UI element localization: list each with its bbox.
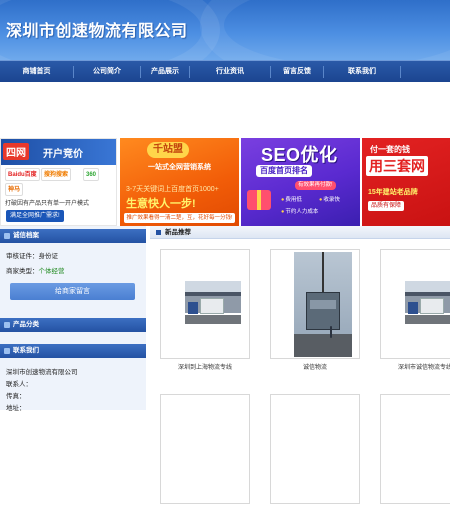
- nav-item-contact[interactable]: 联系我们: [324, 61, 400, 82]
- sidebar-section-contact: 联系我们: [0, 344, 146, 358]
- section-title: 产品分类: [13, 321, 39, 328]
- crane-photo: [294, 252, 352, 357]
- main-nav: 商铺首页 公司简介 产品展示 行业资讯 留言反馈 联系我们: [0, 60, 450, 82]
- nav-item-products[interactable]: 产品展示: [141, 61, 189, 82]
- truck-photo: [185, 281, 241, 324]
- banner-badge: 有效果再付款!: [295, 181, 336, 190]
- nav-divider: [400, 66, 401, 78]
- company-name: 深圳市创速物流有限公司: [6, 369, 78, 376]
- nav-item-news[interactable]: 行业资讯: [190, 61, 270, 82]
- new-products-panel: 新品推荐 深圳到上海物流专线 诚信物流 深圳市诚信物流专线: [150, 226, 450, 504]
- banner-line: 品质有保障: [368, 201, 405, 211]
- section-bullet-icon: [4, 233, 10, 239]
- nav-item-home[interactable]: 商铺首页: [0, 61, 73, 82]
- ad-banner-qianzhanmeng[interactable]: 千站盟 一站式全网营销系统 3-7天关键词上百度首页1000+ 生意快人一步! …: [120, 138, 239, 226]
- banner-title: 千站盟: [147, 142, 189, 158]
- shenma-logo: 神马: [5, 183, 24, 196]
- nav-item-about[interactable]: 公司简介: [74, 61, 140, 82]
- banner-line: 15年建站老品牌: [368, 189, 418, 196]
- banner-feature: 费用低: [281, 195, 302, 203]
- truck-photo: [405, 281, 450, 324]
- address: 地址：: [6, 405, 26, 412]
- banner-subtitle: 百度首页排名: [256, 165, 312, 177]
- banner-feature: 节约人力成本: [281, 207, 318, 215]
- nav-item-feedback[interactable]: 留言反馈: [271, 61, 323, 82]
- banner-tagline: 打破因有产品只有单一开户模式: [5, 201, 90, 207]
- contact-person: 联系人：: [6, 381, 32, 388]
- fax-number: 传真：: [6, 393, 26, 400]
- banner-cta: 满足全网推广需求!: [6, 210, 64, 222]
- product-image-frame: [270, 249, 360, 359]
- product-card[interactable]: [260, 394, 360, 515]
- sidebar-section-categories[interactable]: 产品分类: [0, 318, 146, 332]
- section-title: 诚信档案: [13, 232, 39, 239]
- section-bullet-icon: [156, 230, 161, 235]
- product-caption: 深圳到上海物流专线: [177, 365, 232, 371]
- product-image-frame: [270, 394, 360, 504]
- ad-banner-bidding[interactable]: 四网 开户竞价 Baidu百度 搜狗搜索 360 神马 打破因有产品只有单一开户…: [0, 138, 117, 226]
- ad-banner-strip: 四网 开户竞价 Baidu百度 搜狗搜索 360 神马 打破因有产品只有单一开户…: [0, 138, 450, 226]
- product-image-frame: [160, 249, 250, 359]
- sogou-logo: 搜狗搜索: [41, 168, 72, 181]
- panel-header: 新品推荐: [150, 226, 450, 239]
- banner-subtitle: 一站式全网营销系统: [148, 164, 211, 171]
- product-card[interactable]: [150, 394, 250, 515]
- section-bullet-icon: [4, 348, 10, 354]
- product-image-frame: [380, 394, 450, 504]
- merchant-type: 商家类型：个体经营: [6, 265, 65, 275]
- baidu-logo: Baidu百度: [5, 168, 40, 181]
- merchant-type-value: 个体经营: [38, 268, 65, 275]
- ad-banner-three-sites[interactable]: 付一套的钱 用三套网 15年建站老品牌 品质有保障: [362, 138, 450, 226]
- banner-brand: 四网: [3, 143, 29, 160]
- verify-info: 审核证件：身份证: [6, 253, 58, 260]
- product-image-frame: [380, 249, 450, 359]
- banner-line: 3-7天关键词上百度首页1000+: [126, 186, 219, 193]
- banner-title: 用三套网: [366, 156, 428, 176]
- banner-title: SEO优化: [261, 145, 338, 165]
- section-title: 联系我们: [13, 347, 39, 354]
- ad-banner-seo[interactable]: SEO优化 百度首页排名 有效果再付款! 费用低 收录快 节约人力成本: [241, 138, 360, 226]
- banner-slogan: 生意快人一步!: [126, 198, 196, 210]
- sidebar-section-credentials: 诚信档案: [0, 229, 146, 243]
- merchant-type-label: 商家类型：: [6, 268, 39, 275]
- leave-message-button[interactable]: 给商家留言: [10, 283, 135, 300]
- product-card[interactable]: 诚信物流: [260, 249, 360, 371]
- banner-headline: 开户竞价: [43, 149, 83, 160]
- sidebar: 诚信档案 审核证件：身份证 商家类型：个体经营 给商家留言 产品分类 联系我们 …: [0, 226, 146, 412]
- 360-logo: 360: [83, 168, 100, 181]
- site-header: 深圳市创速物流有限公司: [0, 0, 450, 60]
- banner-line: 付一套的钱: [370, 145, 410, 154]
- banner-spacer: [0, 82, 450, 138]
- banner-strip: 推广效果看得一清二楚，互，花好每一分钱!: [124, 213, 235, 223]
- product-card[interactable]: [370, 394, 450, 515]
- product-card[interactable]: 深圳到上海物流专线: [150, 249, 250, 371]
- main-area: 诚信档案 审核证件：身份证 商家类型：个体经营 给商家留言 产品分类 联系我们 …: [0, 226, 450, 504]
- site-title: 深圳市创速物流有限公司: [6, 23, 188, 40]
- panel-title: 新品推荐: [165, 229, 191, 236]
- banner-feature: 收录快: [319, 195, 340, 203]
- header-decoration: [200, 0, 450, 60]
- product-card[interactable]: 深圳市诚信物流专线: [370, 249, 450, 371]
- section-bullet-icon: [4, 322, 10, 328]
- product-caption: 诚信物流: [302, 365, 327, 371]
- gift-box-icon: [247, 190, 271, 210]
- product-image-frame: [160, 394, 250, 504]
- product-caption: 深圳市诚信物流专线: [397, 365, 450, 371]
